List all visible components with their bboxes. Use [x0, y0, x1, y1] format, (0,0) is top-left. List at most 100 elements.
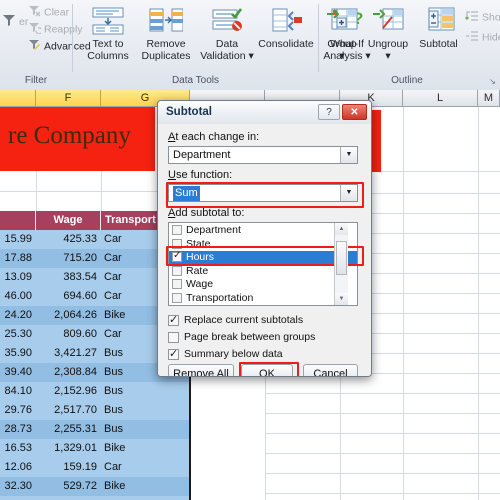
- chevron-down-icon[interactable]: ▾: [248, 50, 253, 62]
- list-item-label: Transportation: [186, 291, 254, 304]
- subtotal-dialog[interactable]: Subtotal ? ✕ At each change in: Departme…: [157, 100, 372, 377]
- show-detail-icon: [465, 10, 479, 25]
- checkbox-icon[interactable]: [172, 292, 182, 303]
- gridline: [265, 413, 500, 414]
- cell-transport[interactable]: Bus: [101, 401, 190, 420]
- ribbon-button-group[interactable]: Group ▾: [321, 6, 363, 62]
- ribbon-button-hide-detail[interactable]: Hide Detail: [465, 30, 500, 45]
- close-icon[interactable]: ✕: [342, 104, 367, 120]
- help-button[interactable]: ?: [318, 104, 340, 120]
- column-header-e[interactable]: [0, 90, 36, 107]
- remove-all-button[interactable]: Remove All: [168, 364, 234, 376]
- cell-hours[interactable]: 35.90: [0, 344, 36, 363]
- cell-hours[interactable]: 12.06: [0, 458, 36, 477]
- cell-wage[interactable]: 529.72: [36, 477, 101, 496]
- ribbon-button-remove-duplicates[interactable]: Remove Duplicates: [136, 6, 196, 62]
- cell-wage[interactable]: 694.60: [36, 287, 101, 306]
- scroll-down-icon[interactable]: ▼: [335, 293, 348, 305]
- cell-transport[interactable]: Bus: [101, 496, 190, 500]
- at-each-change-value: Department: [173, 149, 231, 161]
- cell-transport[interactable]: Bus: [101, 382, 190, 401]
- cell-hours[interactable]: 46.00: [0, 287, 36, 306]
- column-header-m[interactable]: M: [478, 90, 500, 107]
- use-function-value: Sum: [173, 186, 200, 201]
- cell-wage[interactable]: 715.20: [36, 249, 101, 268]
- chevron-down-icon[interactable]: ▾: [321, 50, 363, 63]
- scroll-up-icon[interactable]: ▲: [335, 223, 348, 235]
- cell-wage[interactable]: 3,370.41: [36, 496, 101, 500]
- cell-transport[interactable]: Car: [101, 458, 190, 477]
- gridline: [36, 171, 37, 211]
- ribbon-button-ungroup[interactable]: Ungroup ▾: [363, 6, 413, 62]
- cell-hours[interactable]: 25.30: [0, 325, 36, 344]
- list-item-hours[interactable]: Hours: [169, 250, 357, 264]
- cell-wage[interactable]: 2,064.26: [36, 306, 101, 325]
- checkbox-icon[interactable]: [168, 332, 179, 343]
- cell-wage[interactable]: 159.19: [36, 458, 101, 477]
- add-subtotal-list[interactable]: DepartmentStateHoursRateWageTransportati…: [168, 222, 358, 306]
- cell-wage[interactable]: 2,308.84: [36, 363, 101, 382]
- ribbon-button-data-validation[interactable]: Data Validation ▾: [197, 6, 257, 62]
- subtotal-icon: [414, 6, 463, 39]
- cell-hours[interactable]: 84.10: [0, 382, 36, 401]
- list-scrollbar[interactable]: ▲ ▼: [334, 223, 348, 305]
- remove-duplicates-icon: [136, 6, 196, 39]
- cell-hours[interactable]: 32.30: [0, 477, 36, 496]
- at-each-change-dropdown[interactable]: Department ▼: [168, 146, 358, 164]
- list-item-wage[interactable]: Wage: [169, 278, 357, 291]
- scrollbar-thumb[interactable]: [336, 241, 347, 275]
- cell-transport[interactable]: Bike: [101, 439, 190, 458]
- use-function-dropdown[interactable]: Sum ▼: [168, 184, 358, 202]
- cell-wage[interactable]: 809.60: [36, 325, 101, 344]
- chevron-down-icon[interactable]: ▼: [340, 147, 357, 163]
- list-item-transportation[interactable]: Transportation: [169, 292, 357, 305]
- ribbon-button-show-detail[interactable]: Show Detail: [465, 10, 500, 25]
- chevron-down-icon[interactable]: ▼: [340, 185, 357, 201]
- cell-hours[interactable]: 13.09: [0, 268, 36, 287]
- checkbox-icon[interactable]: [172, 250, 182, 262]
- list-item-label: Department: [186, 224, 241, 236]
- cell-hours[interactable]: 39.40: [0, 363, 36, 382]
- ribbon-group-label-filter: Filter: [24, 75, 48, 86]
- cell-wage[interactable]: 383.54: [36, 268, 101, 287]
- cell-hours[interactable]: 17.88: [0, 249, 36, 268]
- cell-wage[interactable]: 425.33: [36, 230, 101, 249]
- cancel-button[interactable]: Cancel: [303, 364, 358, 376]
- cell-hours[interactable]: 15.99: [0, 230, 36, 249]
- cell-transport[interactable]: Bus: [101, 420, 190, 439]
- cell-wage[interactable]: 3,421.27: [36, 344, 101, 363]
- checkbox-icon[interactable]: [172, 265, 182, 276]
- column-header-l[interactable]: L: [403, 90, 478, 107]
- cell-hours[interactable]: 28.73: [0, 420, 36, 439]
- checkbox-icon[interactable]: [172, 225, 182, 235]
- ribbon-button-text-to-columns[interactable]: Text to Columns: [80, 6, 136, 62]
- checkbox-icon[interactable]: [168, 313, 179, 326]
- list-item-department[interactable]: Department: [169, 224, 357, 237]
- column-header-f[interactable]: F: [36, 90, 101, 107]
- checkbox-icon[interactable]: [172, 279, 182, 289]
- cell-wage[interactable]: 2,517.70: [36, 401, 101, 420]
- cell-hours[interactable]: 24.20: [0, 306, 36, 325]
- cell-wage[interactable]: 1,329.01: [36, 439, 101, 458]
- cell-hours[interactable]: 16.53: [0, 439, 36, 458]
- cell-hours[interactable]: 29.76: [0, 401, 36, 420]
- cell-wage[interactable]: 2,152.96: [36, 382, 101, 401]
- company-title: re Company: [8, 122, 131, 149]
- chevron-down-icon[interactable]: ▾: [363, 50, 413, 63]
- ok-button[interactable]: OK: [241, 364, 293, 376]
- at-each-change-label: At each change in:: [168, 131, 260, 143]
- ribbon-button-consolidate[interactable]: Consolidate: [255, 6, 317, 51]
- outline-dialog-launcher[interactable]: ↘: [488, 77, 497, 86]
- ribbon-button-clear[interactable]: Clear: [28, 5, 69, 20]
- dialog-title-bar[interactable]: Subtotal ? ✕: [158, 101, 371, 125]
- ribbon-button-subtotal[interactable]: Subtotal: [414, 6, 463, 51]
- gridline: [265, 433, 500, 434]
- list-item-rate[interactable]: Rate: [169, 265, 357, 278]
- list-item-state[interactable]: State: [169, 238, 357, 251]
- cell-hours[interactable]: 64.37: [0, 496, 36, 500]
- list-item-label: State: [186, 237, 211, 250]
- cell-transport[interactable]: Bike: [101, 477, 190, 496]
- checkbox-icon[interactable]: [168, 347, 179, 360]
- checkbox-icon[interactable]: [172, 238, 182, 249]
- cell-wage[interactable]: 2,255.31: [36, 420, 101, 439]
